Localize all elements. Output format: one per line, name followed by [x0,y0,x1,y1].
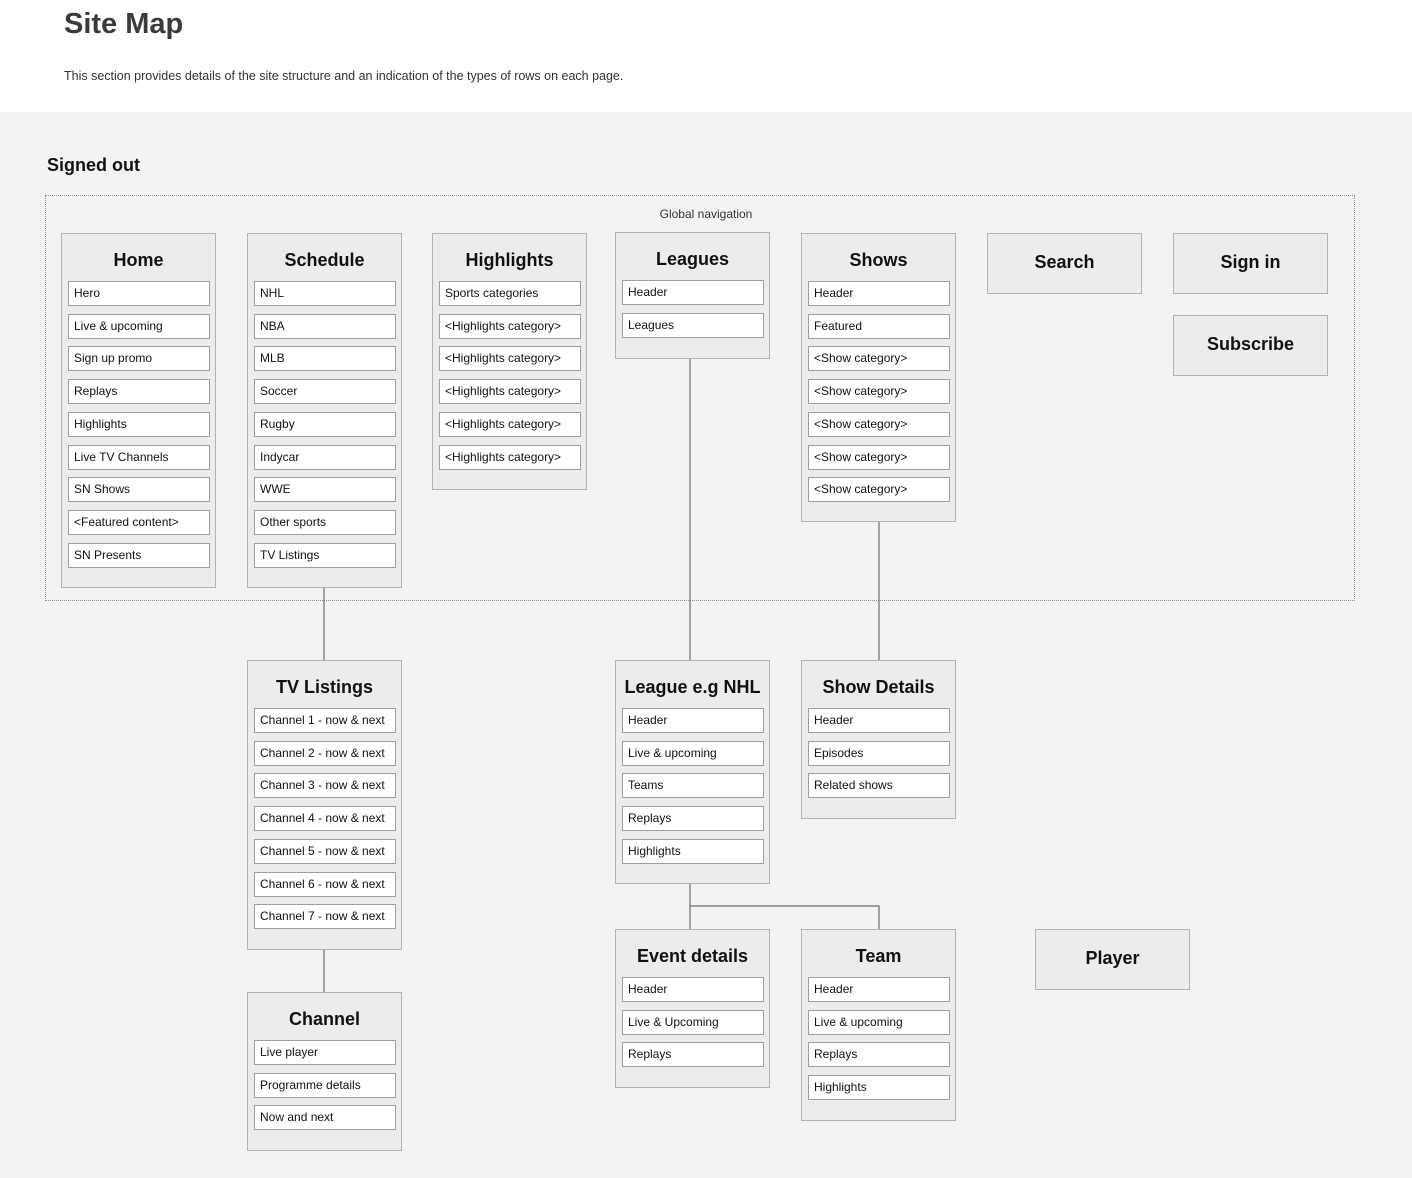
row-item[interactable]: Indycar [254,444,396,470]
row-item[interactable]: Soccer [254,379,396,405]
row-item[interactable]: <Featured content> [68,509,210,535]
row-item[interactable]: Channel 2 - now & next [254,740,396,766]
row-item[interactable]: MLB [254,346,396,372]
row-item[interactable]: <Highlights category> [439,313,581,339]
box-league[interactable]: League e.g NHL Header Live & upcoming Team… [615,660,770,884]
row-item[interactable]: <Show category> [808,411,950,437]
row-item[interactable]: Teams [622,773,764,799]
box-shows[interactable]: Shows Header Featured <Show category> <Show… [801,233,956,522]
box-title: Event details [636,946,749,966]
box-title: Search [1034,252,1095,272]
row-item[interactable]: Live & Upcoming [622,1009,764,1035]
row-item[interactable]: Highlights [808,1075,950,1101]
box-player[interactable]: Player [1035,929,1190,990]
row-item[interactable]: Hero [68,281,210,306]
row-item[interactable]: Live & upcoming [622,740,764,766]
row-item[interactable]: Channel 6 - now & next [254,871,396,897]
row-item[interactable]: <Show category> [808,379,950,405]
box-title: Team [855,946,902,966]
box-highlights[interactable]: Highlights Sports categories <Highlights … [432,233,587,490]
row-item[interactable]: Live TV Channels [68,444,210,470]
page-header: Site Map This section provides details o… [0,0,1412,112]
row-item[interactable]: NBA [254,313,396,339]
row-item[interactable]: Header [622,977,764,1002]
row-item[interactable]: Featured [808,313,950,339]
box-title: Shows [849,250,908,270]
box-tv-listings[interactable]: TV Listings Channel 1 - now & next Channe… [247,660,402,950]
row-item[interactable]: Episodes [808,740,950,766]
row-item[interactable]: TV Listings [254,542,396,568]
row-item[interactable]: Leagues [622,312,764,338]
row-item[interactable]: <Show category> [808,477,950,503]
row-item[interactable]: Header [808,977,950,1002]
row-item[interactable]: Sports categories [439,281,581,306]
row-item[interactable]: Channel 3 - now & next [254,773,396,799]
page-description: This section provides details of the sit… [64,69,624,83]
row-item[interactable]: Now and next [254,1105,396,1131]
box-title: Schedule [284,250,365,270]
row-item[interactable]: Header [808,708,950,733]
global-navigation-label: Global navigation [659,207,753,221]
box-schedule[interactable]: Schedule NHL NBA MLB Soccer Rugby Indycar WWE O… [247,233,402,588]
row-item[interactable]: Replays [622,1042,764,1068]
row-item[interactable]: <Show category> [808,444,950,470]
box-title: Player [1085,948,1140,968]
box-event-details[interactable]: Event details Header Live & Upcoming Repla… [615,929,770,1088]
box-channel[interactable]: Channel Live player Programme details Now … [247,992,402,1151]
box-title: Show Details [822,677,935,697]
row-item[interactable]: Other sports [254,509,396,535]
row-item[interactable]: Programme details [254,1072,396,1098]
row-item[interactable]: SN Shows [68,477,210,503]
row-item[interactable]: <Highlights category> [439,346,581,372]
row-item[interactable]: <Highlights category> [439,379,581,405]
row-item[interactable]: NHL [254,281,396,306]
box-title: Subscribe [1206,334,1295,354]
box-subscribe[interactable]: Subscribe [1173,315,1328,376]
row-item[interactable]: <Highlights category> [439,444,581,470]
row-item[interactable]: Header [622,708,764,733]
row-item[interactable]: Header [808,281,950,306]
row-item[interactable]: Sign up promo [68,346,210,372]
section-title: Signed out [47,155,140,175]
box-title: TV Listings [275,677,373,697]
row-item[interactable]: <Highlights category> [439,411,581,437]
box-sign-in[interactable]: Sign in [1173,233,1328,294]
box-home[interactable]: Home Hero Live & upcoming Sign up promo Rep… [61,233,216,588]
row-item[interactable]: WWE [254,477,396,503]
box-title: Sign in [1220,252,1281,272]
row-item[interactable]: SN Presents [68,542,210,568]
box-search[interactable]: Search [987,233,1142,294]
box-show-details[interactable]: Show Details Header Episodes Related shows [801,660,956,819]
row-item[interactable]: Replays [622,806,764,832]
row-item[interactable]: Highlights [68,411,210,437]
box-title: League e.g NHL [624,677,761,697]
row-item[interactable]: Header [622,280,764,305]
row-item[interactable]: Channel 4 - now & next [254,806,396,832]
row-item[interactable]: Rugby [254,411,396,437]
box-title: Channel [288,1009,360,1029]
box-leagues[interactable]: Leagues Header Leagues [615,232,770,359]
row-item[interactable]: Live player [254,1040,396,1065]
row-item[interactable]: Live & upcoming [808,1009,950,1035]
row-item[interactable]: Channel 1 - now & next [254,708,396,733]
box-title: Leagues [655,249,730,269]
row-item[interactable]: Live & upcoming [68,313,210,339]
row-item[interactable]: Related shows [808,773,950,799]
row-item[interactable]: Highlights [622,838,764,864]
page-title: Site Map [64,8,184,40]
row-item[interactable]: <Show category> [808,346,950,372]
row-item[interactable]: Replays [808,1042,950,1068]
row-item[interactable]: Replays [68,379,210,405]
box-team[interactable]: Team Header Live & upcoming Replays Highlig… [801,929,956,1121]
row-item[interactable]: Channel 5 - now & next [254,838,396,864]
row-item[interactable]: Channel 7 - now & next [254,904,396,930]
box-title: Home [113,250,164,270]
box-title: Highlights [465,250,554,270]
